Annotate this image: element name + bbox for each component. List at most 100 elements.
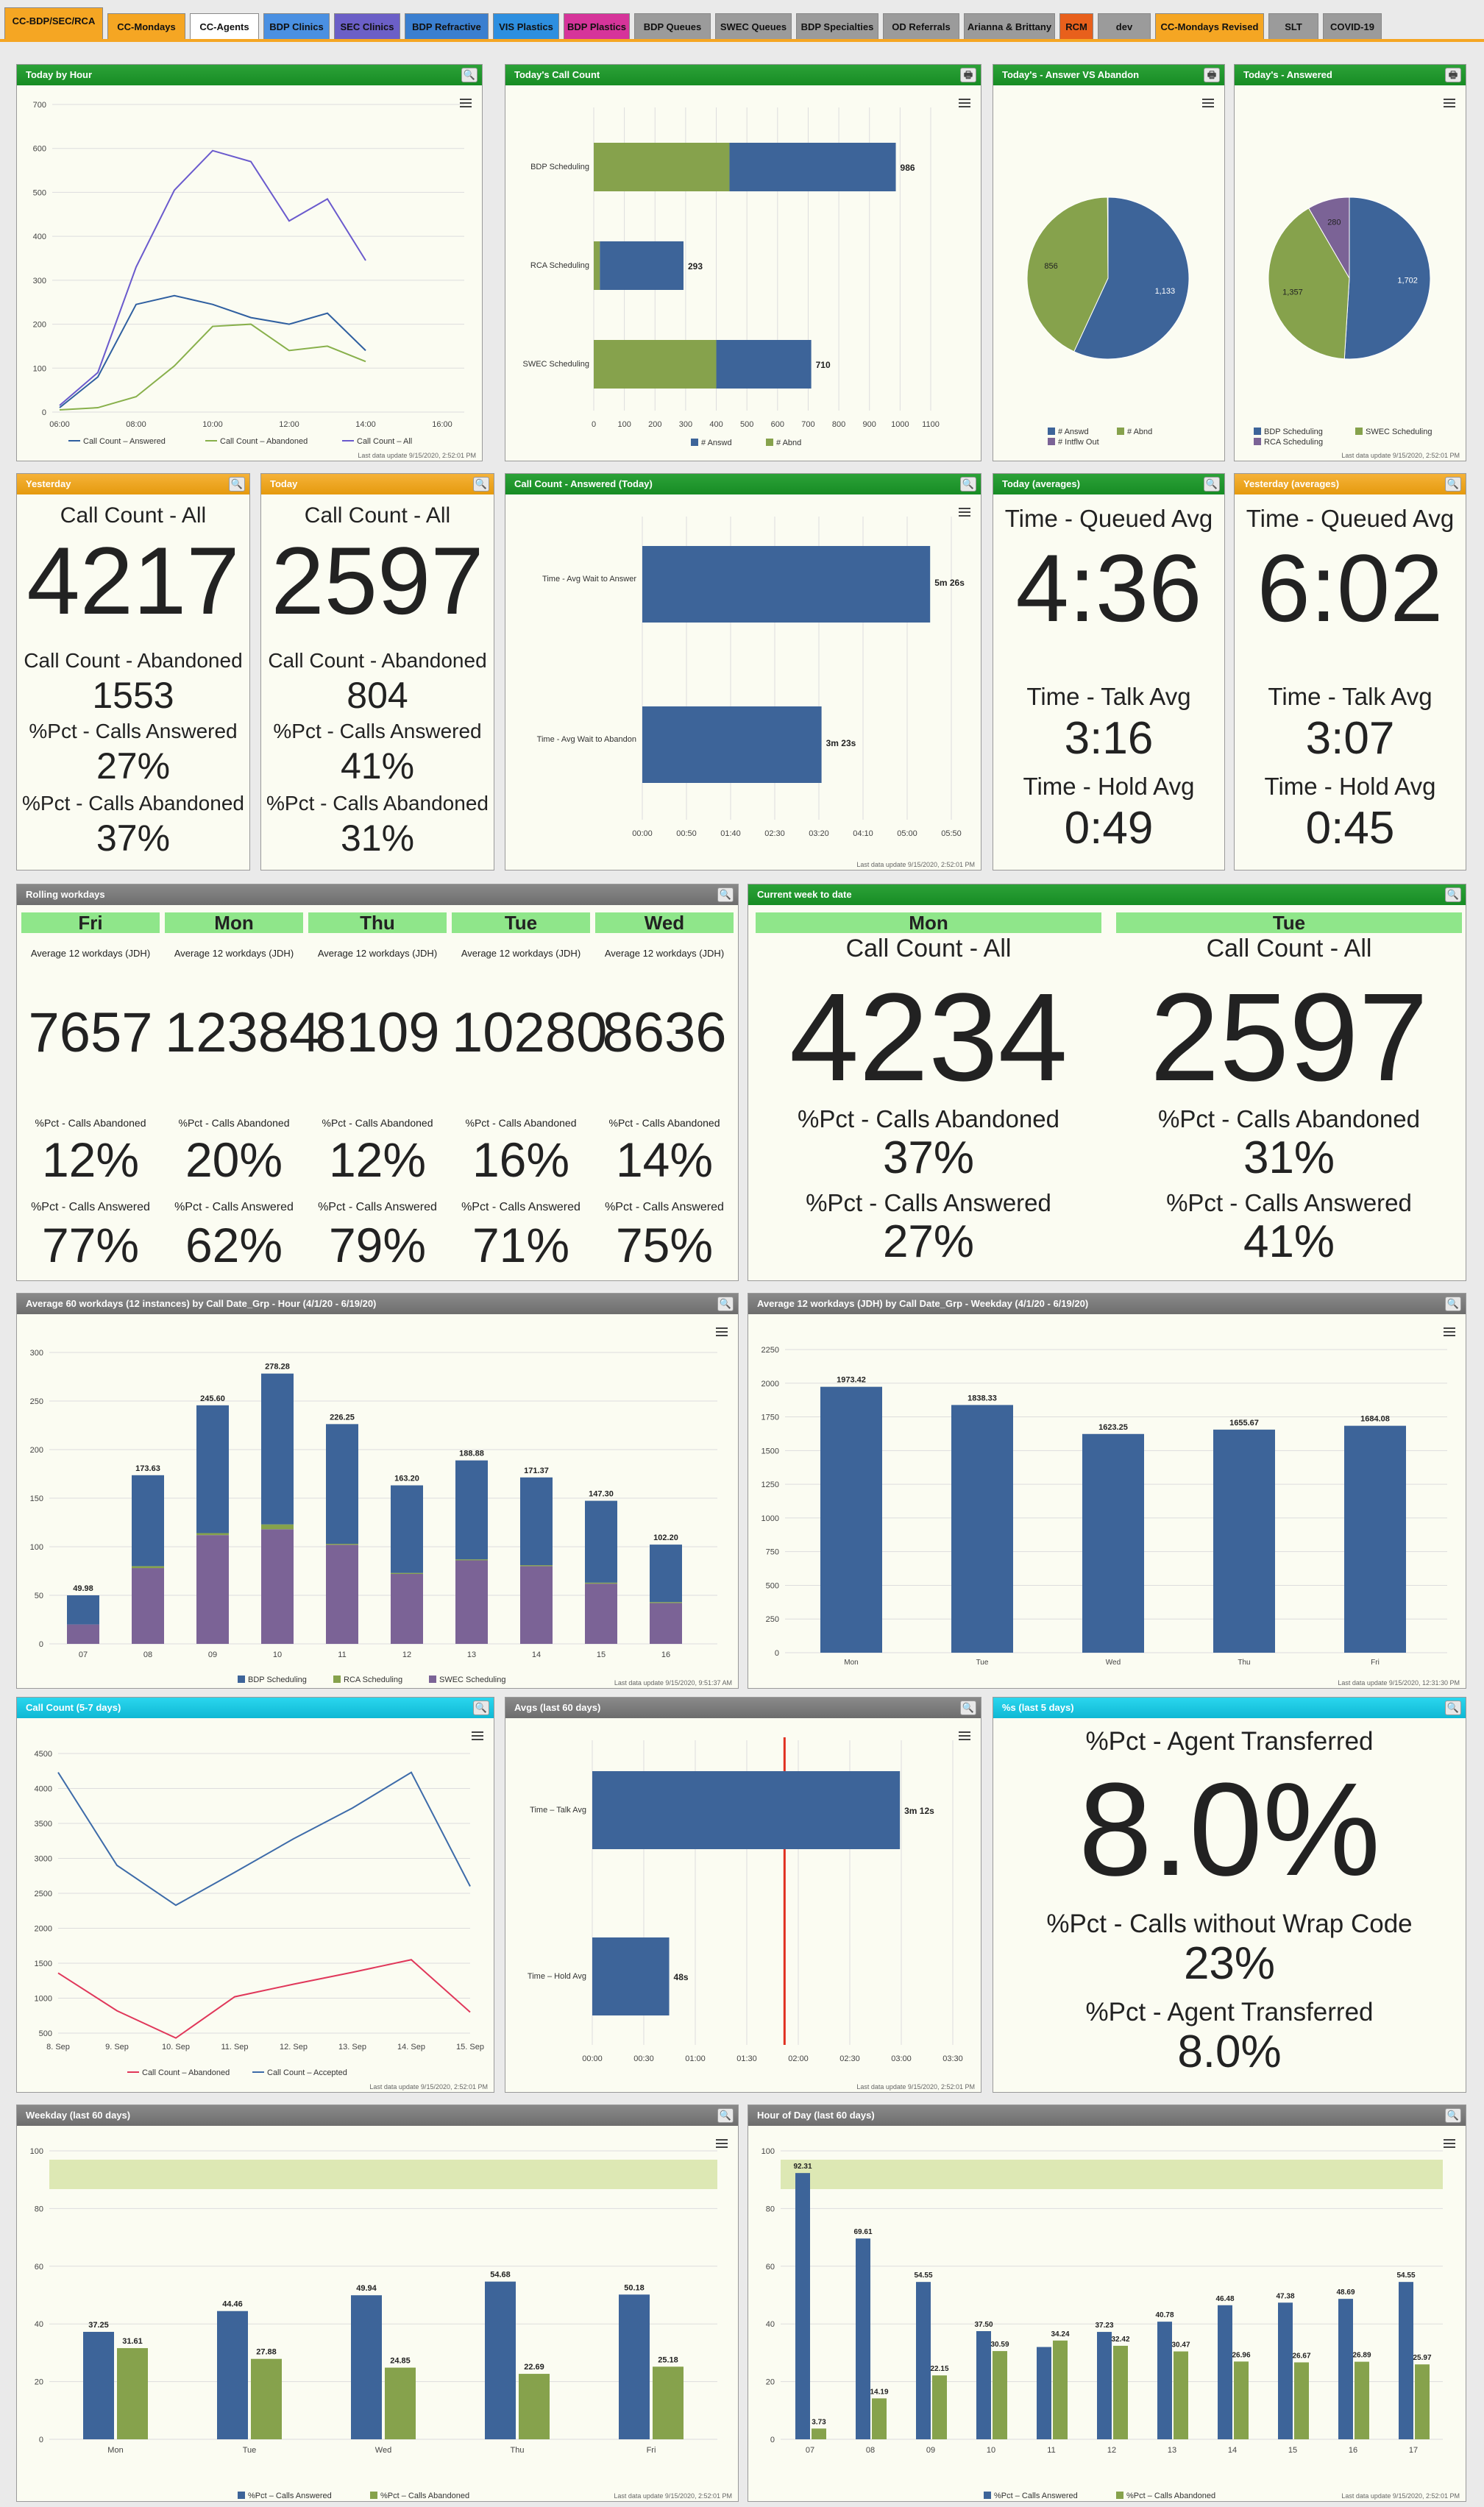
- slice-label: 280: [1327, 219, 1341, 227]
- zoom-icon[interactable]: 🔍: [229, 477, 245, 492]
- tab-swec-queues[interactable]: SWEC Queues: [715, 13, 792, 40]
- series-line: [59, 149, 366, 406]
- tab-arianna-brittany[interactable]: Arianna & Brittany: [964, 13, 1055, 40]
- zoom-icon[interactable]: 🔍: [960, 1701, 976, 1715]
- bar-segment: [261, 1529, 294, 1644]
- x-tick-label: Tue: [243, 2446, 257, 2455]
- chart-menu-icon[interactable]: [959, 508, 970, 517]
- chart-menu-icon[interactable]: [959, 99, 970, 107]
- legend-marker: [984, 2492, 991, 2499]
- zoom-icon[interactable]: 🔍: [717, 887, 734, 902]
- panel-rolling-workdays: Rolling workdays 🔍 Fri Average 12 workdays…: [16, 884, 739, 1281]
- tab-vis-plastics[interactable]: VIS Plastics: [493, 13, 559, 40]
- bar: [1278, 2302, 1293, 2439]
- avg-label: Average 12 workdays (JDH): [461, 948, 581, 959]
- series-line: [59, 323, 366, 411]
- x-tick-label: 300: [679, 420, 692, 429]
- zoom-icon[interactable]: 🔍: [960, 477, 976, 492]
- zoom-icon[interactable]: 🔍: [1204, 477, 1220, 492]
- tab-sec-clinics[interactable]: SEC Clinics: [334, 13, 400, 40]
- zoom-icon[interactable]: 🔍: [461, 68, 477, 82]
- chart-menu-icon[interactable]: [1202, 99, 1214, 107]
- tab-slt[interactable]: SLT: [1268, 13, 1318, 40]
- panel-title-text: Yesterday (averages): [1243, 478, 1340, 489]
- data-label: 31.61: [122, 2337, 143, 2346]
- legend-label: SWEC Scheduling: [1366, 428, 1432, 436]
- tab-cc-agents[interactable]: CC-Agents: [190, 13, 259, 40]
- zoom-icon[interactable]: 🔍: [473, 477, 489, 492]
- data-label: 3m 12s: [904, 1806, 934, 1816]
- tab-dev[interactable]: dev: [1098, 13, 1151, 40]
- zoom-icon[interactable]: 🔍: [1445, 1701, 1461, 1715]
- bar-segment: [326, 1545, 358, 1644]
- x-tick-label: 16: [1349, 2446, 1357, 2455]
- metric-label: Call Count - All: [60, 503, 207, 528]
- chart-menu-icon[interactable]: [1444, 1327, 1455, 1336]
- panel-today-averages: Today (averages) 🔍 Time - Queued Avg 4:36…: [993, 473, 1225, 870]
- bar-answered: [729, 143, 896, 191]
- abandoned-label: %Pct - Calls Abandoned: [178, 1117, 290, 1129]
- chart-avg60-hour: 0 50 100 150 200 250 300 49.98 07 173.63 08 245.60 0…: [30, 1349, 732, 1687]
- x-tick-label: 14. Sep: [397, 2043, 425, 2052]
- chart-menu-icon[interactable]: [716, 1327, 728, 1336]
- zoom-icon[interactable]: 🔍: [1445, 477, 1461, 492]
- metric-label: Time - Queued Avg: [1004, 505, 1213, 532]
- zoom-icon[interactable]: 🔍: [473, 1701, 489, 1715]
- day-header: Mon: [165, 912, 303, 933]
- data-label: 102.20: [653, 1533, 678, 1542]
- chart-menu-icon[interactable]: [472, 1731, 483, 1740]
- legend-label: # Abnd: [776, 439, 801, 447]
- abandoned-label: %Pct - Calls Abandoned: [35, 1117, 146, 1129]
- tab-bdp-clinics[interactable]: BDP Clinics: [263, 13, 330, 40]
- zoom-icon[interactable]: 🔍: [717, 1297, 734, 1311]
- tab-rcm[interactable]: RCM: [1059, 13, 1093, 40]
- y-tick-label: 80: [766, 2205, 775, 2213]
- bar-segment: [520, 1566, 553, 1644]
- tab-covid-19[interactable]: COVID-19: [1323, 13, 1382, 40]
- print-icon[interactable]: 🖶: [1204, 68, 1220, 82]
- panel-title-text: Average 12 workdays (JDH) by Call Date_G…: [757, 1298, 1089, 1309]
- bar-segment: [520, 1477, 553, 1566]
- y-tick-label: 40: [35, 2320, 43, 2329]
- tab-bdp-specialties[interactable]: BDP Specialties: [796, 13, 878, 40]
- chart-menu-icon[interactable]: [460, 99, 472, 107]
- panel-title-text: Avgs (last 60 days): [514, 1702, 601, 1713]
- data-label: 50.18: [624, 2283, 645, 2292]
- zoom-icon[interactable]: 🔍: [1445, 887, 1461, 902]
- tab-bar: CC-BDP/SEC/RCA CC-Mondays CC-Agents BDP Cli…: [0, 0, 1484, 44]
- x-tick-label: Wed: [1106, 1659, 1121, 1667]
- tab-cc-bdp-sec-rca[interactable]: CC-BDP/SEC/RCA: [4, 7, 103, 40]
- tab-bdp-queues[interactable]: BDP Queues: [634, 13, 711, 40]
- answered-value: 79%: [328, 1218, 427, 1272]
- data-label: 37.50: [974, 2321, 993, 2329]
- tab-cc-mondays-revised[interactable]: CC-Mondays Revised: [1155, 13, 1264, 40]
- zoom-icon[interactable]: 🔍: [1445, 2108, 1461, 2123]
- legend-label: %Pct – Calls Abandoned: [380, 2492, 469, 2500]
- y-tick-label: 150: [30, 1494, 43, 1503]
- tab-cc-mondays[interactable]: CC-Mondays: [107, 13, 185, 40]
- chart-menu-icon[interactable]: [1444, 99, 1455, 107]
- bar: [217, 2311, 248, 2439]
- tab-bdp-plastics[interactable]: BDP Plastics: [564, 13, 630, 40]
- series-line: [57, 1959, 471, 2039]
- data-label: 24.85: [390, 2357, 411, 2366]
- tab-bdp-refractive[interactable]: BDP Refractive: [405, 13, 489, 40]
- panel-avgs60: Avgs (last 60 days) 🔍 00:00 00:30 01:00 01:3…: [505, 1697, 981, 2093]
- print-icon[interactable]: 🖶: [1445, 68, 1461, 82]
- category-label: Time – Hold Avg: [528, 1972, 586, 1981]
- chart-menu-icon[interactable]: [1444, 2139, 1455, 2148]
- panel-title: Hour of Day (last 60 days) 🔍: [748, 2105, 1466, 2126]
- chart-menu-icon[interactable]: [959, 1731, 970, 1740]
- tab-od-referrals[interactable]: OD Referrals: [883, 13, 959, 40]
- data-label: 3m 23s: [826, 738, 856, 748]
- chart-menu-icon[interactable]: [716, 2139, 728, 2148]
- zoom-icon[interactable]: 🔍: [717, 2108, 734, 2123]
- legend-marker: [766, 439, 773, 446]
- print-icon[interactable]: 🖶: [960, 68, 976, 82]
- data-label: 27.88: [256, 2348, 277, 2357]
- zoom-icon[interactable]: 🔍: [1445, 1297, 1461, 1311]
- x-tick-label: 02:30: [764, 829, 785, 838]
- data-label: 278.28: [265, 1363, 290, 1372]
- call-count-label: Call Count - All: [845, 935, 1012, 962]
- metric-value: 1553: [92, 675, 174, 716]
